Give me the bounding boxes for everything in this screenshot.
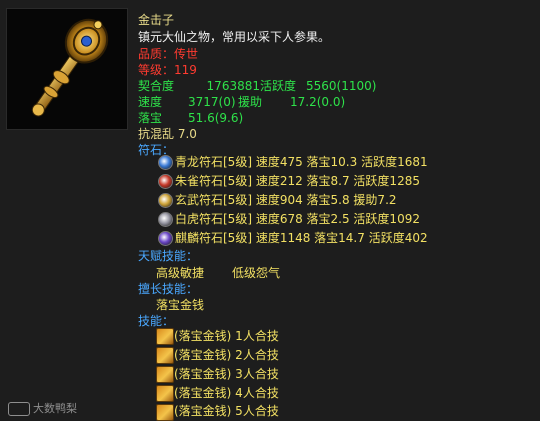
golden-mallet-icon: [31, 18, 109, 117]
talent-values: 高级敏捷 低级怨气: [156, 265, 280, 282]
resist-label: 抗混乱: [138, 127, 175, 141]
skill-row-5: (落宝金钱) 5人合技: [174, 404, 279, 418]
speed-value: 3717(0): [188, 95, 236, 109]
skill-row-4: (落宝金钱) 4人合技: [174, 386, 279, 400]
quality-row: 品质：传世: [138, 46, 198, 63]
rune-row-4: 白虎符石[5级] 速度678 落宝2.5 活跃度1092: [175, 212, 420, 226]
gold-coin-skill-icon: [156, 328, 174, 345]
resist-row: 抗混乱 7.0: [138, 126, 197, 143]
fit-activity-row: 契合度 1763881活跃度 5560(1100): [138, 78, 376, 95]
speed-assist-row: 速度 3717(0) 援助 17.2(0.0): [138, 94, 345, 111]
quality-value: 传世: [174, 47, 199, 61]
watermark: 大数鸭梨: [8, 400, 77, 416]
item-description: 镇元大仙之物，常用以采下人参果。: [138, 30, 331, 44]
rune-row-2: 朱雀符石[5级] 速度212 落宝8.7 活跃度1285: [175, 174, 420, 188]
level-row: 等级：119: [138, 62, 197, 79]
gold-coin-skill-icon: [156, 404, 174, 421]
talent-title: 天赋技能：: [138, 249, 199, 263]
vermilion-bird-rune-icon: [158, 174, 173, 189]
level-label: 等级：: [138, 63, 175, 77]
item-tooltip: 金击子 镇元大仙之物，常用以采下人参果。 品质：传世 等级：119 契合度 176…: [0, 0, 540, 421]
specialty-value: 落宝金钱: [156, 298, 205, 312]
talent-2: 低级怨气: [232, 266, 281, 280]
loot-row: 落宝 51.6(9.6): [138, 110, 243, 127]
level-value: 119: [174, 63, 197, 77]
gold-coin-skill-icon: [156, 347, 174, 364]
fit-value: 1763881: [206, 79, 260, 93]
talent-1: 高级敏捷: [156, 266, 205, 280]
skill-row-3: (落宝金钱) 3人合技: [174, 367, 279, 381]
loot-value: 51.6(9.6): [188, 111, 244, 125]
black-tortoise-rune-icon: [158, 193, 173, 208]
rune-row-5: 麒麟符石[5级] 速度1148 落宝14.7 活跃度402: [175, 231, 428, 245]
loot-label: 落宝: [138, 111, 163, 125]
gold-coin-skill-icon: [156, 385, 174, 402]
qilin-rune-icon: [158, 231, 173, 246]
resist-value: 7.0: [177, 127, 197, 141]
item-portrait: [6, 8, 128, 130]
skill-row-2: (落宝金钱) 2人合技: [174, 348, 279, 362]
specialty-title: 擅长技能：: [138, 282, 199, 296]
skill-row-1: (落宝金钱) 1人合技: [174, 329, 279, 343]
activity-value: 5560(1100): [306, 79, 377, 93]
gold-coin-skill-icon: [156, 366, 174, 383]
speed-label: 速度: [138, 95, 163, 109]
quality-label: 品质：: [138, 47, 175, 61]
watermark-text: 大数鸭梨: [33, 402, 77, 415]
azure-dragon-rune-icon: [158, 155, 173, 170]
fit-label: 契合度: [138, 79, 175, 93]
activity-label: 活跃度: [260, 79, 297, 93]
assist-label: 援助: [238, 95, 263, 109]
rune-row-1: 青龙符石[5级] 速度475 落宝10.3 活跃度1681: [175, 155, 428, 169]
assist-value: 17.2(0.0): [290, 95, 346, 109]
watermark-logo-icon: [8, 402, 30, 416]
rune-row-3: 玄武符石[5级] 速度904 落宝5.8 援助7.2: [175, 193, 397, 207]
item-name: 金击子: [138, 13, 175, 27]
white-tiger-rune-icon: [158, 212, 173, 227]
